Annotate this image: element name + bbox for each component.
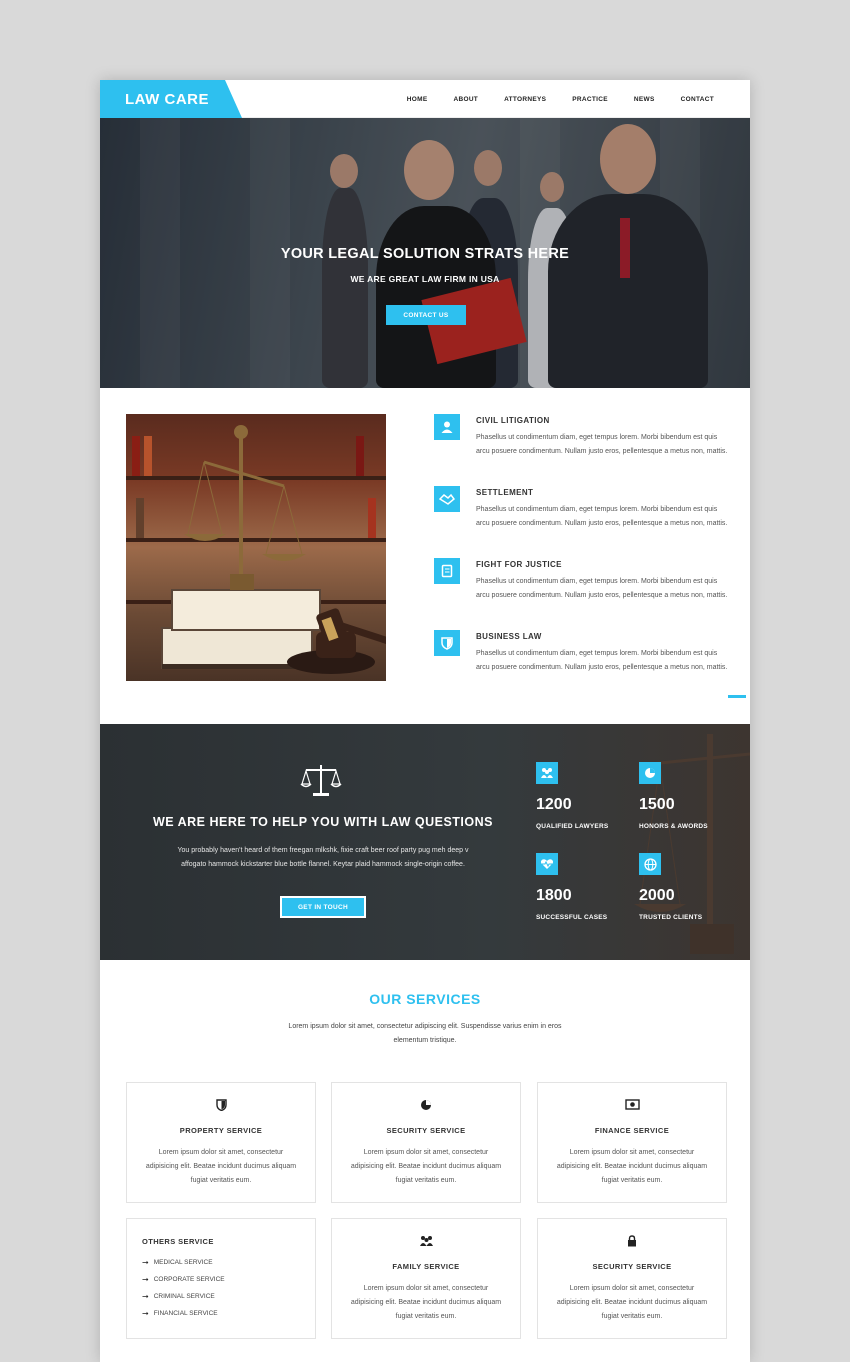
heartbeat-icon <box>536 853 558 875</box>
handshake-icon <box>434 486 460 512</box>
stat-label: SUCCESSFUL CASES <box>536 914 608 921</box>
others-service-item[interactable]: ➞ FINANCIAL SERVICE <box>142 1305 225 1322</box>
features-list: CIVIL LITIGATION Phasellus ut condimentu… <box>434 414 734 702</box>
service-card-property[interactable]: PROPERTY SERVICE Lorem ipsum dolor sit a… <box>126 1082 316 1203</box>
feature-text: Phasellus ut condimentum diam, eget temp… <box>476 650 728 671</box>
globe-icon <box>639 853 661 875</box>
card-text: Lorem ipsum dolor sit amet, consectetur … <box>145 1149 297 1184</box>
user-icon <box>434 414 460 440</box>
others-service-label: CRIMINAL SERVICE <box>153 1293 215 1300</box>
hero-banner: YOUR LEGAL SOLUTION STRATS HERE WE ARE G… <box>100 118 750 388</box>
arrow-right-icon: ➞ <box>142 1258 149 1267</box>
others-service-item[interactable]: ➞ CRIMINAL SERVICE <box>142 1288 225 1305</box>
others-service-label: MEDICAL SERVICE <box>153 1259 213 1266</box>
others-service-title: OTHERS SERVICE <box>142 1237 214 1246</box>
nav-attorneys[interactable]: ATTORNEYS <box>504 96 546 103</box>
services-title: OUR SERVICES <box>369 991 481 1007</box>
feature-text: Phasellus ut condimentum diam, eget temp… <box>476 578 728 599</box>
money-icon <box>538 1099 726 1113</box>
scale-background-decoration <box>634 734 750 954</box>
card-title: PROPERTY SERVICE <box>179 1126 263 1135</box>
page: LAW CARE HOME ABOUT ATTORNEYS PRACTICE N… <box>100 80 750 1362</box>
slider-indicator[interactable] <box>728 695 746 698</box>
card-text: Lorem ipsum dolor sit amet, consectetur … <box>556 1285 708 1320</box>
stat-label: HONORS & AWORDS <box>639 823 708 830</box>
nav-home[interactable]: HOME <box>407 96 428 103</box>
feature-business-law: BUSINESS LAW Phasellus ut condimentum di… <box>434 630 734 702</box>
pie-chart-icon <box>639 762 661 784</box>
get-in-touch-button[interactable]: GET IN TOUCH <box>280 896 366 918</box>
scale-icon <box>300 765 342 796</box>
band-title: WE ARE HERE TO HELP YOU WITH LAW QUESTIO… <box>152 815 493 829</box>
features-section: CIVIL LITIGATION Phasellus ut condimentu… <box>100 388 750 724</box>
others-service-item[interactable]: ➞ CORPORATE SERVICE <box>142 1271 225 1288</box>
card-text: Lorem ipsum dolor sit amet, consectetur … <box>556 1149 708 1184</box>
group-icon <box>536 762 558 784</box>
hero-title: YOUR LEGAL SOLUTION STRATS HERE <box>280 246 570 262</box>
book-icon <box>434 558 460 584</box>
nav-news[interactable]: NEWS <box>634 96 655 103</box>
service-card-finance[interactable]: FINANCE SERVICE Lorem ipsum dolor sit am… <box>537 1082 727 1203</box>
feature-fight-for-justice: FIGHT FOR JUSTICE Phasellus ut condiment… <box>434 558 734 630</box>
stat-label: QUALIFIED LAWYERS <box>536 823 609 830</box>
feature-title: CIVIL LITIGATION <box>476 416 550 425</box>
stat-number: 1800 <box>536 887 572 904</box>
nav-contact[interactable]: CONTACT <box>681 96 714 103</box>
arrow-right-icon: ➞ <box>142 1292 149 1301</box>
stat-honors-awards: 1500 HONORS & AWORDS <box>639 762 739 830</box>
stat-number: 1500 <box>639 796 675 813</box>
card-title: FAMILY SERVICE <box>392 1262 460 1271</box>
card-text: Lorem ipsum dolor sit amet, consectetur … <box>350 1149 502 1184</box>
arrow-right-icon: ➞ <box>142 1309 149 1318</box>
feature-title: SETTLEMENT <box>476 488 534 497</box>
card-title: FINANCE SERVICE <box>594 1126 670 1135</box>
contact-us-button[interactable]: CONTACT US <box>386 305 466 325</box>
pie-chart-icon <box>332 1099 520 1114</box>
stat-trusted-clients: 2000 TRUSTED CLIENTS <box>639 853 739 921</box>
stat-number: 1200 <box>536 796 572 813</box>
hero-subtitle: WE ARE GREAT LAW FIRM IN USA <box>350 274 500 284</box>
others-service-list: ➞ MEDICAL SERVICE ➞ CORPORATE SERVICE ➞ CRI… <box>142 1254 225 1322</box>
service-card-security[interactable]: SECURITY SERVICE Lorem ipsum dolor sit a… <box>331 1082 521 1203</box>
nav-practice[interactable]: PRACTICE <box>572 96 608 103</box>
nav-about[interactable]: ABOUT <box>453 96 478 103</box>
stat-label: TRUSTED CLIENTS <box>639 914 703 921</box>
feature-civil-litigation: CIVIL LITIGATION Phasellus ut condimentu… <box>434 414 734 486</box>
group-icon <box>332 1235 520 1250</box>
feature-title: BUSINESS LAW <box>476 632 542 641</box>
shield-icon <box>434 630 460 656</box>
feature-settlement: SETTLEMENT Phasellus ut condimentum diam… <box>434 486 734 558</box>
others-service-item[interactable]: ➞ MEDICAL SERVICE <box>142 1254 225 1271</box>
stat-successful-cases: 1800 SUCCESSFUL CASES <box>536 853 636 921</box>
stat-qualified-lawyers: 1200 QUALIFIED LAWYERS <box>536 762 636 830</box>
card-text: Lorem ipsum dolor sit amet, consectetur … <box>350 1285 502 1320</box>
help-band: WE ARE HERE TO HELP YOU WITH LAW QUESTIO… <box>100 724 750 960</box>
feature-text: Phasellus ut condimentum diam, eget temp… <box>476 434 728 455</box>
shield-icon <box>127 1099 315 1114</box>
feature-text: Phasellus ut condimentum diam, eget temp… <box>476 506 728 527</box>
service-card-family[interactable]: FAMILY SERVICE Lorem ipsum dolor sit ame… <box>331 1218 521 1339</box>
main-nav: HOME ABOUT ATTORNEYS PRACTICE NEWS CONTA… <box>407 80 714 118</box>
lock-icon <box>538 1235 726 1250</box>
card-title: SECURITY SERVICE <box>592 1262 672 1271</box>
arrow-right-icon: ➞ <box>142 1275 149 1284</box>
stat-number: 2000 <box>639 887 675 904</box>
service-card-security-2[interactable]: SECURITY SERVICE Lorem ipsum dolor sit a… <box>537 1218 727 1339</box>
scale-and-gavel-illustration <box>161 425 386 674</box>
others-service-card: OTHERS SERVICE ➞ MEDICAL SERVICE ➞ CORPORA… <box>126 1218 316 1339</box>
services-intro: Lorem ipsum dolor sit amet, consectetur … <box>288 1023 562 1044</box>
others-service-label: CORPORATE SERVICE <box>153 1276 225 1283</box>
others-service-label: FINANCIAL SERVICE <box>153 1310 218 1317</box>
services-section: OUR SERVICES Lorem ipsum dolor sit amet,… <box>100 960 750 1362</box>
justice-scale-image <box>126 414 386 681</box>
band-text: You probably haven't heard of them freeg… <box>177 847 469 868</box>
site-header: LAW CARE HOME ABOUT ATTORNEYS PRACTICE N… <box>100 80 750 118</box>
card-title: SECURITY SERVICE <box>386 1126 466 1135</box>
site-logo[interactable]: LAW CARE <box>100 80 242 118</box>
feature-title: FIGHT FOR JUSTICE <box>476 560 562 569</box>
